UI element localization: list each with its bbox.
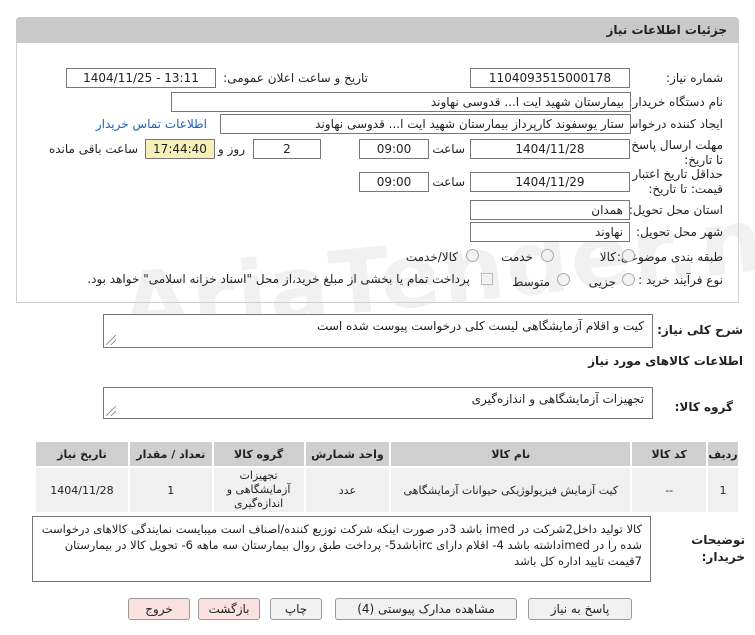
col-header-quantity: تعداد / مقدار	[127, 440, 214, 468]
items-table: ردیف کد کالا نام کالا واحد شمارش گروه کا…	[34, 440, 740, 514]
city-field: نهاوند	[470, 222, 630, 242]
deadline-time-label: ساعت	[432, 142, 465, 156]
table-row[interactable]: 1 -- کیت آزمایش فیزیولوژیکی حیوانات آزما…	[34, 466, 740, 514]
payment-note: پرداخت تمام یا بخشی از مبلغ خرید،از محل …	[87, 272, 470, 286]
back-button[interactable]: بازگشت	[198, 598, 260, 620]
cell-row-number: 1	[706, 466, 740, 514]
col-header-row-number: ردیف	[706, 440, 740, 468]
category-radio-service[interactable]	[541, 249, 554, 262]
summary-label: شرح کلی نیاز:	[657, 323, 743, 337]
page-title: جزئیات اطلاعات نیاز	[606, 23, 727, 37]
cell-unit: عدد	[303, 466, 392, 514]
validity-time-field: 09:00	[359, 172, 429, 192]
validity-time-label: ساعت	[432, 175, 465, 189]
cell-need-date: 1404/11/28	[34, 466, 130, 514]
page-header: جزئیات اطلاعات نیاز	[16, 17, 739, 43]
col-header-group: گروه کالا	[211, 440, 306, 468]
resize-grip-icon[interactable]	[106, 335, 116, 345]
days-label: روز و	[218, 142, 245, 156]
announce-field: 1404/11/25 - 13:11	[66, 68, 216, 88]
validity-date-field: 1404/11/29	[470, 172, 630, 192]
goods-group-label: گروه کالا:	[674, 400, 733, 414]
remaining-time-field: 17:44:40	[145, 139, 215, 159]
col-header-need-date: تاریخ نیاز	[34, 440, 130, 468]
announce-label: تاریخ و ساعت اعلان عمومی:	[223, 71, 368, 85]
goods-section-title: اطلاعات کالاهای مورد نیاز	[588, 354, 743, 368]
treasury-checkbox[interactable]	[481, 273, 493, 285]
category-option-goods-service: کالا/خدمت	[405, 250, 458, 264]
buyer-org-label: نام دستگاه خریدار:	[628, 95, 724, 109]
cell-quantity: 1	[127, 466, 214, 514]
province-field: همدان	[470, 200, 630, 220]
reply-button[interactable]: پاسخ به نیاز	[528, 598, 632, 620]
deadline-date-field: 1404/11/28	[470, 139, 630, 159]
need-number-label: شماره نیاز:	[666, 71, 723, 85]
category-option-service: خدمت	[501, 250, 533, 264]
cell-item-code: --	[630, 466, 709, 514]
deadline-time-field: 09:00	[359, 139, 429, 159]
remaining-time-label: ساعت باقی مانده	[48, 142, 138, 156]
process-radio-medium[interactable]	[557, 273, 570, 286]
goods-group-text: تجهیزات آزمایشگاهی و اندازه‌گیری	[471, 392, 644, 406]
process-radio-minor[interactable]	[622, 273, 635, 286]
summary-textarea: کیت و اقلام آزمایشگاهی لیست کلی درخواست …	[103, 314, 653, 348]
category-option-goods: کالا	[599, 250, 616, 264]
contact-buyer-link[interactable]: اطلاعات تماس خریدار	[96, 117, 207, 131]
process-option-minor: جزیی	[588, 275, 616, 289]
need-number-field: 1104093515000178	[470, 68, 630, 88]
summary-text: کیت و اقلام آزمایشگاهی لیست کلی درخواست …	[317, 319, 644, 333]
col-header-item-name: نام کالا	[389, 440, 633, 468]
print-button[interactable]: چاپ	[270, 598, 322, 620]
col-header-unit: واحد شمارش	[303, 440, 392, 468]
resize-grip-icon[interactable]	[106, 406, 116, 416]
province-label: استان محل تحویل:	[628, 203, 723, 217]
exit-button[interactable]: خروج	[128, 598, 190, 620]
city-label: شهر محل تحویل:	[636, 225, 723, 239]
days-field: 2	[253, 139, 321, 159]
table-header-row: ردیف کد کالا نام کالا واحد شمارش گروه کا…	[34, 440, 740, 468]
goods-group-textarea: تجهیزات آزمایشگاهی و اندازه‌گیری	[103, 387, 653, 419]
buyer-notes-label: توضیحات خریدار:	[691, 533, 745, 564]
col-header-item-code: کد کالا	[630, 440, 709, 468]
buyer-org-field: بیمارستان شهید ایت ا... قدوسی نهاوند	[171, 92, 631, 112]
cell-group: تجهیزات آزمایشگاهی و اندازه‌گیری	[211, 466, 306, 514]
category-radio-goods[interactable]	[622, 249, 635, 262]
deadline-label: مهلت ارسال پاسخ: تا تاریخ:	[627, 138, 723, 167]
process-option-medium: متوسط	[512, 275, 550, 289]
cell-item-name: کیت آزمایش فیزیولوژیکی حیوانات آزمایشگاه…	[389, 466, 633, 514]
category-radio-goods-service[interactable]	[466, 249, 479, 262]
creator-field: ستار یوسفوند کارپرداز بیمارستان شهید ایت…	[220, 114, 631, 134]
buyer-notes-textarea: کالا تولید داخل2شرکت در imed باشد 3در صو…	[32, 516, 651, 582]
process-label: نوع فرآیند خرید :	[638, 273, 723, 287]
attachments-button[interactable]: مشاهده مدارک پیوستی (4)	[335, 598, 517, 620]
